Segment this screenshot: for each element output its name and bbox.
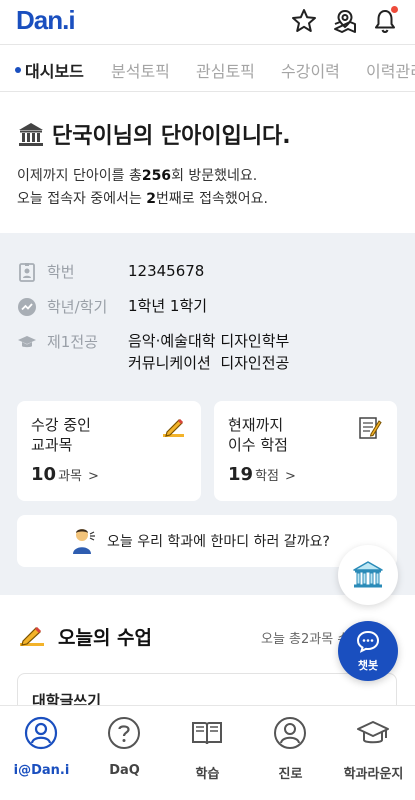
notification-dot: [391, 6, 398, 13]
tab-course-history[interactable]: 수강이력: [281, 58, 340, 82]
pencil-icon: [18, 623, 46, 649]
credits-card[interactable]: 현재까지 이수 학점 19 학점 >: [214, 401, 397, 501]
top-tabs: 대시보드 분석토픽 관심토픽 수강이력 이력관리: [0, 44, 415, 92]
chatbot-label: 챗봇: [357, 659, 379, 672]
tab-dashboard[interactable]: 대시보드: [25, 58, 84, 82]
welcome-title: 단국이님의 단아이입니다.: [52, 124, 291, 149]
visit-count-text: 이제까지 단아이를 총256회 방문했네요.: [17, 168, 258, 184]
graduation-cap-icon: [17, 332, 37, 352]
location-pin-icon[interactable]: [331, 7, 359, 35]
bottom-nav: i@Dan.i DaQ 학습 진로 학과라운지: [0, 705, 415, 800]
speaking-person-icon: [71, 526, 99, 556]
trend-icon: [17, 297, 37, 317]
nav-item-department-lounge[interactable]: 학과라운지: [332, 706, 415, 800]
library-button[interactable]: [338, 545, 398, 605]
app-logo[interactable]: Dan.i: [16, 5, 76, 36]
id-badge-icon: [17, 262, 37, 282]
tab-interest-topic[interactable]: 관심토픽: [196, 58, 255, 82]
person-outline-icon: [273, 716, 307, 750]
chevron-right-icon: >: [87, 469, 99, 484]
tab-record-management[interactable]: 이력관리: [366, 58, 415, 82]
chat-bubble-icon: [356, 630, 380, 653]
courses-card[interactable]: 수강 중인 교과목 10 과목 >: [17, 401, 201, 501]
student-id-value: 12345678: [128, 262, 205, 280]
chatbot-button[interactable]: 챗봇: [338, 621, 398, 681]
nav-item-study[interactable]: 학습: [166, 706, 249, 800]
today-rank-text: 오늘 접속자 중에서는 2번째로 접속했어요.: [17, 191, 268, 207]
app-header: Dan.i: [0, 0, 415, 44]
department-banner[interactable]: 오늘 우리 학과에 한마디 하러 갈까요?: [17, 515, 397, 567]
library-icon: [353, 561, 383, 588]
nav-item-idani[interactable]: i@Dan.i: [0, 706, 83, 800]
active-tab-dot: [15, 67, 21, 73]
nav-item-career[interactable]: 진로: [249, 706, 332, 800]
credits-count: 19 학점 >: [228, 464, 296, 485]
pencil-icon: [161, 415, 187, 441]
profile-panel: 학번 12345678 학년/학기 1학년 1학기 제1전공 음악·예술대학 디…: [0, 233, 415, 595]
major-value: 음악·예술대학 디자인학부 커뮤니케이션 디자인전공: [128, 332, 290, 372]
courses-count: 10 과목 >: [31, 464, 99, 485]
graduation-cap-icon: [356, 716, 390, 750]
person-circle-icon: [24, 716, 58, 750]
grade-value: 1학년 1학기: [128, 297, 208, 315]
chevron-right-icon: >: [284, 469, 296, 484]
university-icon: [17, 120, 45, 148]
tab-analysis-topic[interactable]: 분석토픽: [111, 58, 170, 82]
question-circle-icon: [107, 716, 141, 750]
welcome-section: 단국이님의 단아이입니다. 이제까지 단아이를 총256회 방문했네요. 오늘 …: [0, 93, 415, 233]
memo-icon: [357, 415, 383, 441]
nav-item-daq[interactable]: DaQ: [83, 706, 166, 800]
star-icon[interactable]: [290, 7, 318, 35]
bell-icon[interactable]: [371, 6, 399, 35]
book-icon: [190, 716, 224, 750]
today-class-title: 오늘의 수업: [58, 627, 153, 649]
